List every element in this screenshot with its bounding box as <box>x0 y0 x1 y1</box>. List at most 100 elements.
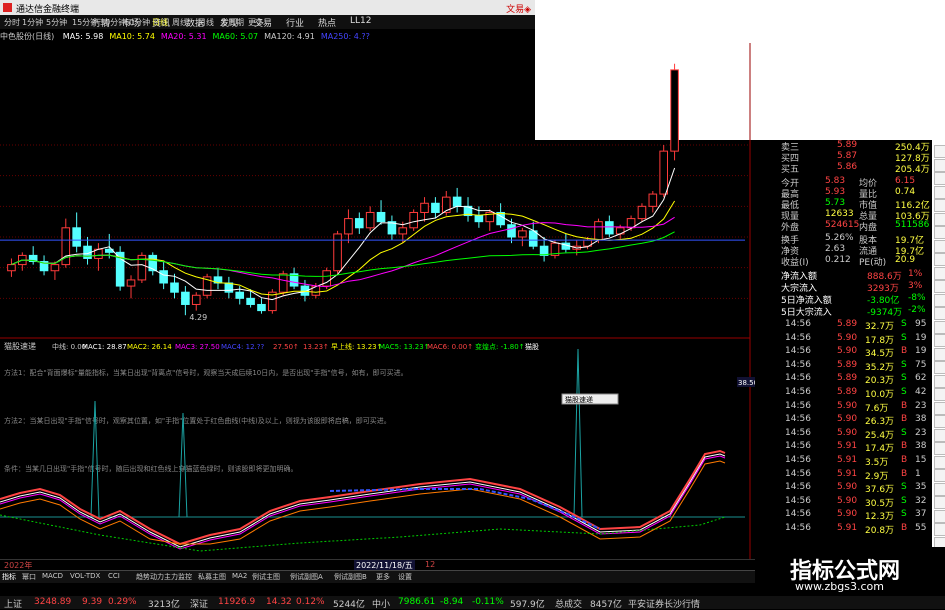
side-tool-button[interactable] <box>934 347 945 361</box>
side-tool-button[interactable] <box>934 158 945 172</box>
side-tool-button[interactable] <box>934 293 945 307</box>
indicator-curve <box>329 488 601 530</box>
tick-count: 15 <box>915 455 927 465</box>
period-tab[interactable]: 15分钟 <box>72 17 98 28</box>
indicator-tab[interactable]: 趋势动力 <box>136 572 164 582</box>
tick-side: S <box>901 509 907 520</box>
side-tool-button[interactable] <box>934 388 945 401</box>
side-tool-button[interactable] <box>934 334 945 347</box>
sh-amt: 3213亿 <box>148 600 180 610</box>
side-tool-button[interactable] <box>934 455 945 469</box>
tick-count: 32 <box>915 495 927 506</box>
popup-text: 猫股速递 <box>565 395 593 404</box>
indicator-legend-item: 猫股 <box>525 342 539 351</box>
side-tool-button[interactable] <box>934 361 945 374</box>
ma-legend: 中色股份(日线) MA5: 5.98 MA10: 5.74 MA20: 5.31 MA… <box>0 31 750 43</box>
side-tool-button[interactable] <box>934 428 945 442</box>
total-val: 8457亿 <box>590 600 622 610</box>
side-tool-button[interactable] <box>934 374 945 388</box>
candle-body <box>409 211 418 229</box>
period-tab[interactable]: 分时 <box>4 17 20 28</box>
indicator-tab[interactable]: MACD <box>42 572 63 580</box>
quote-panel: 卖三 5.89 250.4万 买四 5.87 127.8万 买五 5.86 205.4万 今开 5.… <box>755 140 932 590</box>
period-tab[interactable]: 月线 <box>198 17 214 28</box>
indicator-tab[interactable]: 更多 <box>376 572 390 582</box>
period-tab[interactable]: 1分钟 <box>22 17 43 28</box>
low-price-label: 4.29 <box>189 313 207 322</box>
side-tool-button[interactable] <box>934 253 945 266</box>
side-tool-button[interactable] <box>934 320 945 334</box>
indicator-tab[interactable]: 主力监控 <box>164 572 192 582</box>
tick-count: 37 <box>915 509 927 520</box>
tick-time: 14:56 <box>785 319 811 329</box>
indicator-tab[interactable]: VOL-TDX <box>70 572 100 580</box>
title-right-label[interactable]: 文易◈ <box>506 2 531 15</box>
candle-body <box>528 230 538 247</box>
indicator-tab[interactable]: 例试主图 <box>252 572 280 582</box>
side-tool-button[interactable] <box>934 523 945 536</box>
period-tab[interactable]: 5分钟 <box>46 17 67 28</box>
side-tool-button[interactable] <box>934 401 945 415</box>
side-tool-button[interactable] <box>934 172 945 185</box>
side-tool-button[interactable] <box>934 509 945 523</box>
sz-pct: 0.12% <box>296 597 325 607</box>
period-tab[interactable]: 日线 <box>152 17 168 28</box>
ma-legend-item: MA60: 5.07 <box>212 32 259 41</box>
candle-body <box>518 230 527 238</box>
flow-pct: 1% <box>908 269 923 279</box>
ma-legend-item: MA120: 4.91 <box>264 32 315 41</box>
indicator-tab[interactable]: MA2 <box>232 572 247 580</box>
side-tool-button[interactable] <box>934 482 945 496</box>
indicator-tab[interactable]: 指标 <box>2 572 16 582</box>
quote-label: 收益(Ⅰ) <box>781 258 809 268</box>
flow-value: -9374万 <box>867 308 903 318</box>
indicator-tab[interactable]: 设置 <box>398 572 412 582</box>
tick-time: 14:56 <box>785 346 811 357</box>
candle-body <box>72 227 81 247</box>
side-tool-button[interactable] <box>934 442 945 455</box>
side-tool-button[interactable] <box>934 280 945 293</box>
indicator-tab[interactable]: 私募主图 <box>198 572 226 582</box>
tick-time: 14:56 <box>785 332 811 343</box>
period-tab[interactable]: 30分钟 <box>100 17 126 28</box>
indicator-tab[interactable]: CCI <box>108 572 120 580</box>
side-tool-button[interactable] <box>934 415 945 428</box>
side-tool-button[interactable] <box>934 185 945 199</box>
tick-side: S <box>901 332 907 343</box>
tick-side: B <box>901 346 908 357</box>
side-tool-button[interactable] <box>934 266 945 280</box>
tick-time: 14:56 <box>785 359 811 370</box>
tick-count: 38 <box>915 441 927 452</box>
tick-count: 42 <box>915 387 927 397</box>
indicator-tab[interactable]: 幂口 <box>22 572 36 582</box>
tick-vol: 32.7万 <box>865 322 895 332</box>
kline-chart[interactable]: 5.405.205.004.804.604.404.29 <box>0 43 755 339</box>
indicator-tab[interactable]: 例试副图B <box>334 572 367 582</box>
quote-value: 5.93 <box>825 187 846 197</box>
indicator-legend-item: MAC1: 28.87 <box>82 343 127 351</box>
side-tool-button[interactable] <box>934 496 945 509</box>
zx-name[interactable]: 中小 <box>372 597 390 610</box>
side-tool-button[interactable] <box>934 145 945 158</box>
sz-name[interactable]: 深证 <box>190 597 208 610</box>
tick-count: 23 <box>915 400 927 411</box>
side-tool-button[interactable] <box>934 226 945 239</box>
candle-body <box>431 202 440 213</box>
period-tab[interactable]: 周线 <box>172 17 188 28</box>
side-tool-button[interactable] <box>934 212 945 226</box>
zx-amt: 597.9亿 <box>510 600 545 610</box>
period-tab[interactable]: 更多 <box>248 17 264 28</box>
ma-legend-item: MA250: 4.?? <box>320 32 370 41</box>
period-tab[interactable]: 多周期 <box>220 17 244 28</box>
indicator-tab[interactable]: 例试副图A <box>290 572 323 582</box>
indicator-chart[interactable]: 猫股速递 中线: 0.00MAC1: 28.87 MAC2: 26.14 MAC3: … <box>0 339 755 559</box>
side-tool-button[interactable] <box>934 239 945 253</box>
side-tool-button[interactable] <box>934 469 945 482</box>
sh-name[interactable]: 上证 <box>4 597 22 610</box>
side-tool-button[interactable] <box>934 307 945 320</box>
ind-value-badge-text: 38.50 <box>738 379 755 387</box>
tick-vol: 7.6万 <box>865 403 889 414</box>
indicator-legend-item: 早上线: 13.23↑ <box>331 342 383 351</box>
side-tool-button[interactable] <box>934 199 945 212</box>
period-tab[interactable]: 60分钟 <box>124 17 150 28</box>
